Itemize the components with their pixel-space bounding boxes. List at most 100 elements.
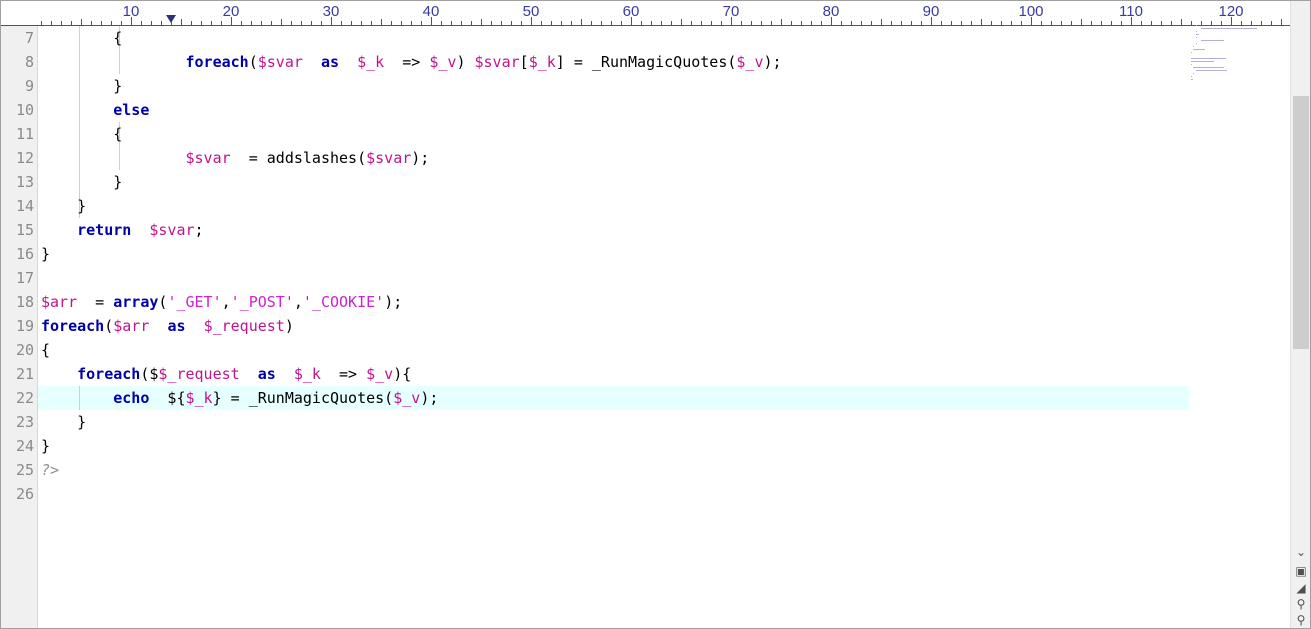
code-token: foreach bbox=[41, 317, 105, 335]
code-line[interactable]: $arr = array('_GET','_POST','_COOKIE'); bbox=[41, 290, 402, 314]
code-token: array bbox=[113, 293, 159, 311]
line-number-gutter[interactable]: 7 8 9 10 11 12 13 14 15 16 17 18 19 20 21 22 23 24 25 26 bbox=[1, 26, 39, 628]
code-line[interactable]: foreach($$_request as $_k => $_v){ bbox=[41, 362, 411, 386]
code-line[interactable]: { bbox=[41, 26, 122, 50]
code-line[interactable]: return $svar; bbox=[41, 218, 203, 242]
code-line[interactable]: { bbox=[41, 122, 122, 146]
code-token: ); bbox=[411, 149, 430, 167]
ruler-tick bbox=[401, 21, 402, 25]
code-line[interactable]: { bbox=[41, 338, 50, 362]
ruler-tick bbox=[941, 21, 942, 25]
ruler-label: 30 bbox=[322, 3, 340, 20]
code-area[interactable]: { foreach($svar as $_k => $_v) $svar[$_k… bbox=[38, 26, 1290, 628]
ruler-label: 100 bbox=[1018, 3, 1044, 20]
code-line[interactable]: } bbox=[41, 410, 86, 434]
code-token: } bbox=[41, 245, 51, 263]
ruler-tick bbox=[51, 21, 52, 25]
minimap-line bbox=[1200, 40, 1224, 41]
ruler-tick bbox=[921, 21, 922, 25]
code-line[interactable]: } bbox=[41, 194, 86, 218]
ruler-tick bbox=[1281, 19, 1282, 25]
code-token: { bbox=[41, 341, 51, 359]
ruler-label: 10 bbox=[122, 3, 140, 20]
column-ruler[interactable]: 10 20 30 40 50 60 70 80 90 100 110 120 bbox=[1, 1, 1290, 26]
line-number: 7 bbox=[24, 29, 34, 47]
ruler-tick bbox=[371, 21, 372, 25]
chevron-down-icon[interactable]: ⌄ bbox=[1291, 543, 1310, 561]
ruler-tick bbox=[881, 19, 882, 25]
code-token: $_v bbox=[393, 389, 421, 407]
code-line[interactable]: else bbox=[41, 98, 149, 122]
code-line[interactable]: $svar = addslashes($svar); bbox=[41, 146, 430, 170]
ruler-tick bbox=[301, 21, 302, 25]
code-token: $_request bbox=[203, 317, 285, 335]
code-token: as bbox=[320, 53, 340, 71]
code-line[interactable]: } bbox=[41, 74, 122, 98]
ruler-tick bbox=[471, 21, 472, 25]
ruler-tick bbox=[41, 21, 42, 25]
ruler-tick bbox=[621, 21, 622, 25]
ruler-tick bbox=[1011, 21, 1012, 25]
code-token: ); bbox=[384, 293, 403, 311]
ruler-tick bbox=[1141, 21, 1142, 25]
code-token: , bbox=[221, 293, 231, 311]
ruler-tick bbox=[851, 21, 852, 25]
ruler-tick bbox=[771, 21, 772, 25]
code-token: } bbox=[41, 197, 87, 215]
ruler-tick bbox=[341, 21, 342, 25]
code-token: '_POST' bbox=[230, 293, 294, 311]
code-token: $_k bbox=[293, 365, 321, 383]
ruler-tick bbox=[241, 21, 242, 25]
ruler-tick bbox=[981, 19, 982, 25]
ruler-tick bbox=[211, 21, 212, 25]
code-token: } bbox=[41, 437, 51, 455]
ruler-tick bbox=[321, 21, 322, 25]
code-line[interactable]: ?> bbox=[41, 458, 59, 482]
code-line[interactable]: foreach($svar as $_k => $_v) $svar[$_k] … bbox=[41, 50, 782, 74]
minimap-line bbox=[1191, 64, 1192, 65]
ruler-tick bbox=[811, 21, 812, 25]
ruler-tick bbox=[561, 21, 562, 25]
ruler-tick bbox=[1081, 19, 1082, 25]
ruler-tick bbox=[111, 21, 112, 25]
zoom-icon[interactable]: ⚲ bbox=[1291, 611, 1310, 628]
split-view-icon[interactable]: ▣ bbox=[1291, 562, 1310, 580]
code-minimap[interactable] bbox=[1191, 25, 1266, 85]
ruler-tick bbox=[191, 21, 192, 25]
ruler-tick bbox=[611, 21, 612, 25]
line-number: 11 bbox=[15, 125, 34, 143]
code-token: ( bbox=[104, 317, 114, 335]
ruler-tick bbox=[71, 21, 72, 25]
line-number: 16 bbox=[15, 245, 34, 263]
code-line[interactable]: } bbox=[41, 434, 50, 458]
code-token: $_v bbox=[736, 53, 764, 71]
ruler-tick bbox=[861, 21, 862, 25]
ruler-tick bbox=[741, 21, 742, 25]
code-line[interactable]: } bbox=[41, 170, 122, 194]
code-line[interactable]: } bbox=[41, 242, 50, 266]
code-token: as bbox=[167, 317, 186, 335]
ruler-tick bbox=[661, 21, 662, 25]
scrollbar-thumb[interactable] bbox=[1293, 96, 1309, 349]
ruler-tick bbox=[461, 21, 462, 25]
ruler-tick bbox=[481, 19, 482, 25]
code-token: '_GET' bbox=[167, 293, 222, 311]
ruler-tick bbox=[161, 21, 162, 25]
code-token: { bbox=[41, 29, 123, 47]
vertical-scrollbar[interactable]: ⌄ ▣ ◢ ⚲ ⚲ bbox=[1290, 1, 1310, 628]
ruler-tick bbox=[381, 19, 382, 25]
line-number: 22 bbox=[15, 389, 34, 407]
code-token: ); bbox=[420, 389, 439, 407]
code-line[interactable]: echo ${$_k} = _RunMagicQuotes($_v); bbox=[41, 386, 438, 410]
ruler-tick bbox=[1161, 21, 1162, 25]
ruler-tick bbox=[1181, 19, 1182, 25]
code-line[interactable]: foreach($arr as $_request) bbox=[41, 314, 294, 338]
minimap-line bbox=[1195, 37, 1197, 38]
line-number: 14 bbox=[15, 197, 34, 215]
